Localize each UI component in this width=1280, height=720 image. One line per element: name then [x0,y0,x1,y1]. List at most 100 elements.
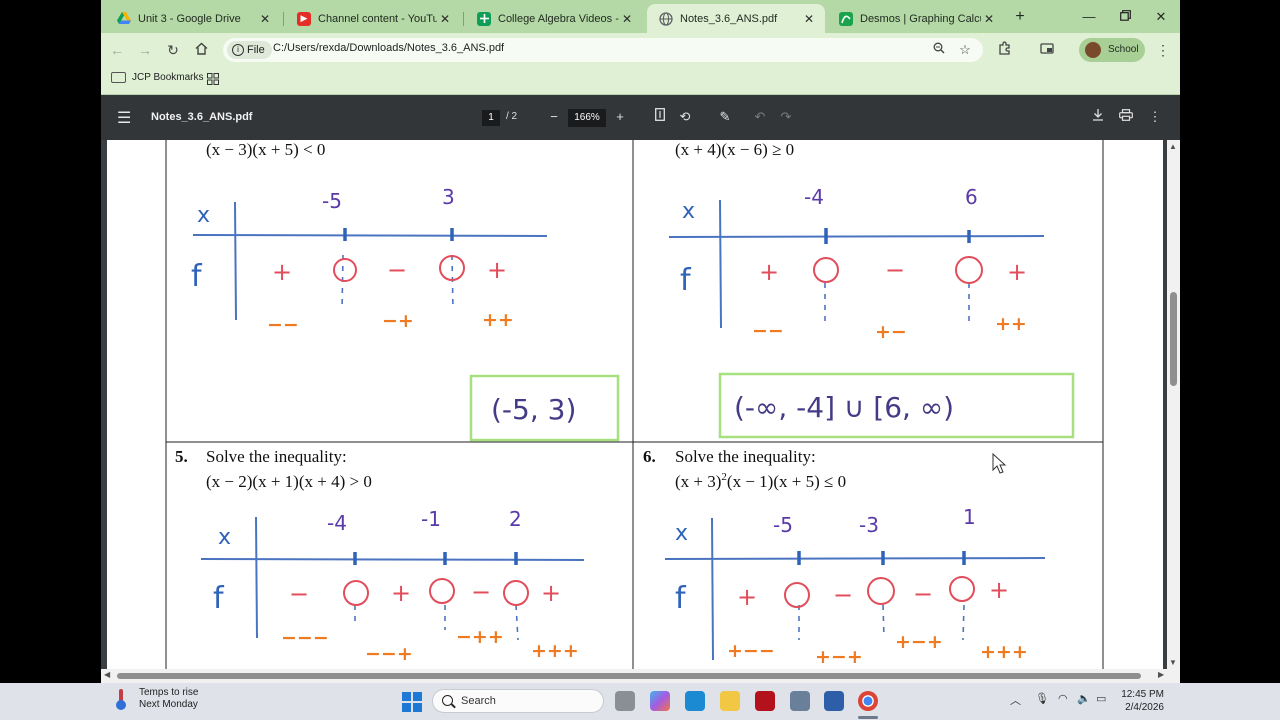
scroll-left-arrow-icon[interactable]: ◀ [104,670,110,679]
q3-dashed-line-2 [451,254,454,311]
q6-zero-circle-2 [867,577,895,605]
close-icon[interactable]: ✕ [981,12,997,26]
tab-notes-pdf[interactable]: Notes_3.6_ANS.pdf ✕ [647,4,825,33]
q5-factor-signs-1: −−− [281,627,329,649]
copilot-icon[interactable] [650,691,670,711]
tab-title: College Algebra Videos - Goo [498,12,619,25]
q4-sign-3: + [1007,258,1027,286]
thermometer-icon [116,689,126,710]
q3-number-line [192,234,548,237]
horizontal-scroll-thumb[interactable] [117,673,1141,679]
new-tab-button[interactable]: + [1009,6,1031,28]
tab-college-algebra[interactable]: College Algebra Videos - Goo ✕ [465,4,643,33]
volume-icon[interactable]: 🔈 [1077,692,1091,705]
tray-overflow-chevron-icon[interactable]: ︿ [1010,692,1021,708]
q6-dashed-line-2 [882,604,885,639]
vertical-scrollbar[interactable]: ▲ ▼ [1167,140,1180,669]
browser-window: Unit 3 - Google Drive ✕ ▶ Channel conten… [101,0,1180,720]
taskbar-search-box[interactable]: Search [432,689,604,713]
pdf-viewer: .tt { font-family:"Liberation Serif", se… [101,140,1180,683]
battery-icon[interactable]: ▭ [1096,692,1106,705]
photos-icon[interactable] [824,691,844,711]
cast-button[interactable] [1035,38,1059,62]
rotate-button[interactable]: ⟲ [674,107,696,127]
problem-5-number: 5. [175,447,188,466]
screen-recorder-icon[interactable] [755,691,775,711]
scroll-right-arrow-icon[interactable]: ▶ [1158,670,1164,679]
info-icon: i [232,44,244,56]
pdf-title: Notes_3.6_ANS.pdf [151,111,253,123]
restore-button[interactable] [1110,6,1140,28]
back-button[interactable]: ← [105,38,129,62]
tab-desmos[interactable]: Desmos | Graphing Calculator ✕ [827,4,1005,33]
apps-grid-icon[interactable] [207,73,219,85]
close-icon[interactable]: ✕ [619,12,635,26]
horizontal-scrollbar[interactable]: ◀ ▶ [101,669,1180,683]
annotate-button[interactable]: ✎ [714,107,736,127]
page-number-input[interactable]: 1 [482,110,500,126]
home-button[interactable] [189,38,213,62]
fit-page-button[interactable] [649,107,671,127]
q3-factor-signs-2: −+ [382,310,414,332]
address-bar[interactable]: i File C:/Users/rexda/Downloads/Notes_3.… [223,38,983,62]
print-button[interactable] [1115,107,1137,127]
q4-factor-signs-2: +− [875,321,907,343]
download-button[interactable] [1087,107,1109,127]
q6-factor-signs-3: +−+ [895,631,943,653]
close-window-button[interactable]: ✕ [1146,6,1176,28]
windows-taskbar: Temps to rise Next Monday Search ︿ 🎙 ◠ 🔈… [0,683,1280,720]
q5-critical-value-3: 2 [509,507,522,531]
bookmark-folder-jcp[interactable]: JCP Bookmarks [111,72,204,83]
q3-critical-value-1: -5 [322,189,342,213]
p6-expression-part-b: (x − 1)(x + 5) ≤ 0 [727,472,846,491]
bookmarks-bar: JCP Bookmarks [101,66,1180,95]
search-icon [442,695,453,706]
forward-button[interactable]: → [133,38,157,62]
zoom-icon[interactable] [929,40,949,60]
close-icon[interactable]: ✕ [437,12,453,26]
redo-button[interactable]: ↷ [775,107,797,127]
wifi-icon[interactable]: ◠ [1058,692,1068,705]
q3-dashed-line-1 [341,254,344,311]
bookmark-star-icon[interactable]: ☆ [955,40,975,60]
windows-start-icon[interactable] [402,692,422,712]
page-total: / 2 [506,111,518,122]
system-clock[interactable]: 12:45 PM 2/4/2026 [1120,688,1164,714]
weather-widget[interactable]: Temps to rise Next Monday [116,687,198,711]
task-view-icon[interactable] [615,691,635,711]
vertical-scroll-thumb[interactable] [1170,292,1177,386]
scroll-up-arrow-icon[interactable]: ▲ [1169,142,1177,151]
microphone-icon[interactable]: 🎙 [1035,692,1049,705]
q4-zero-circle-1 [813,257,839,283]
close-icon[interactable]: ✕ [801,12,817,26]
zoom-level-input[interactable]: 166% [568,109,606,127]
undo-button[interactable]: ↶ [749,107,771,127]
clock-date: 2/4/2026 [1125,702,1164,713]
tab-youtube-studio[interactable]: ▶ Channel content - YouTube Stu ✕ [285,4,461,33]
site-info-chip[interactable]: i File [227,41,272,59]
reload-button[interactable]: ↻ [161,38,185,62]
tab-separator [463,12,464,26]
q6-factor-signs-2: +−+ [815,646,863,668]
chrome-icon[interactable] [858,691,878,711]
extensions-button[interactable] [993,38,1017,62]
q6-number-line [664,557,1046,560]
profile-button[interactable]: School [1079,38,1145,62]
weather-line-1: Temps to rise [139,687,199,698]
pdf-menu-icon[interactable]: ☰ [117,108,131,128]
pdf-page[interactable]: .tt { font-family:"Liberation Serif", se… [107,140,1163,669]
minimize-button[interactable]: — [1074,6,1104,28]
more-options-button[interactable]: ⋮ [1144,107,1166,127]
store-icon[interactable] [685,691,705,711]
q5-sign-4: + [541,579,561,607]
file-explorer-icon[interactable] [720,691,740,711]
chrome-menu-button[interactable]: ⋮ [1151,38,1175,62]
zoom-out-button[interactable]: − [543,107,565,127]
tab-google-drive[interactable]: Unit 3 - Google Drive ✕ [105,4,281,33]
remote-desktop-icon[interactable] [790,691,810,711]
close-icon[interactable]: ✕ [257,12,273,26]
google-sheets-icon [477,11,491,26]
q6-factor-signs-4: +++ [980,641,1028,663]
zoom-in-button[interactable]: + [609,107,631,127]
scroll-down-arrow-icon[interactable]: ▼ [1169,658,1177,667]
